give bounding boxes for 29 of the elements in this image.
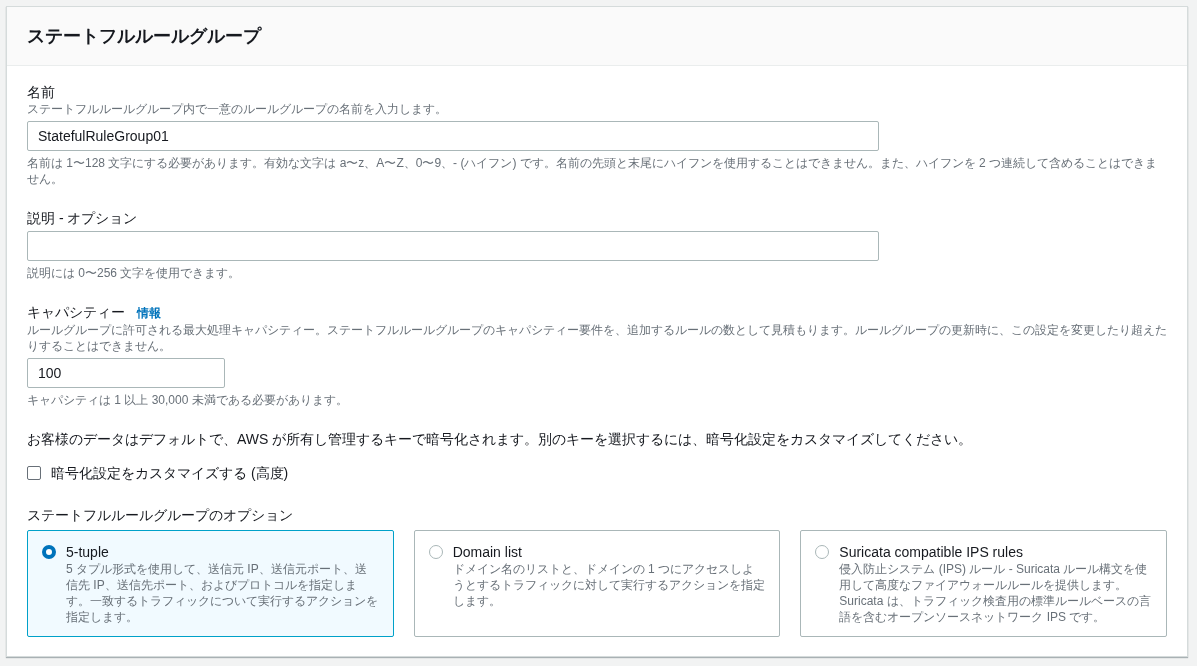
option-card[interactable]: 5-tuple 5 タプル形式を使用して、送信元 IP、送信元ポート、送信先 IP、送信先ポート、およびプロトコルを指定します。一致するトラフィックについて実行するアクションを指定します。	[27, 530, 394, 637]
option-description: 侵入防止システム (IPS) ルール - Suricata ルール構文を使用して高度なファイアウォールルールを提供します。Suricata は、トラフィック検査用の標準ルールベースの言語を含むオープンソースネットワーク IPS です。	[839, 561, 1152, 625]
checkbox-label: 暗号化設定をカスタマイズする (高度)	[51, 464, 289, 482]
option-title: 5-tuple	[66, 543, 110, 561]
option-description: ドメイン名のリストと、ドメインの 1 つにアクセスしようとするトラフィックに対して実行するアクションを指定します。	[452, 561, 766, 609]
radio-button[interactable]	[42, 545, 56, 559]
info-link[interactable]: 情報	[137, 305, 161, 322]
field-constraint: 名前は 1〜128 文字にする必要があります。有効な文字は a〜z、A〜Z、0〜9、- (ハイフン) です。名前の先頭と末尾にハイフンを使用することはできません。また、ハイフンを 2 つ連続して含めることはできません。	[27, 155, 1159, 187]
field-constraint: キャパシティは 1 以上 30,000 未満である必要があります。	[27, 392, 349, 408]
radio-button[interactable]	[428, 545, 443, 559]
panel-title: ステートフルルールグループ	[27, 25, 261, 48]
option-title: Domain list	[452, 543, 523, 561]
options-label: ステートフルルールグループのオプション	[27, 506, 294, 524]
field-constraint: 説明には 0〜256 文字を使用できます。	[27, 265, 242, 281]
radio-button[interactable]	[815, 545, 830, 559]
field-label: キャパシティー	[27, 303, 125, 321]
description-input[interactable]	[27, 231, 879, 261]
name-input[interactable]: StatefulRuleGroup01	[27, 121, 879, 151]
field-label: 説明 - オプション	[27, 209, 139, 227]
checkbox[interactable]	[27, 466, 41, 480]
option-card[interactable]: Suricata compatible IPS rules 侵入防止システム (IPS) ルール - Suricata ルール構文を使用して高度なファイアウォールルールを提供します。Suricata は、トラフィック検査用の標準ルールベースの言語を含むオープンソースネットワーク IPS です。	[800, 530, 1167, 637]
option-description: 5 タプル形式を使用して、送信元 IP、送信元ポート、送信先 IP、送信先ポート、およびプロトコルを指定します。一致するトラフィックについて実行するアクションを指定します。	[66, 561, 379, 625]
field-description: ステートフルルールグループ内で一意のルールグループの名前を入力します。	[27, 101, 448, 117]
field-description: ルールグループに許可される最大処理キャパシティー。ステートフルルールグループのキャパシティー要件を、追加するルールの数として見積もります。ルールグループの更新時に、この設定を変更したり超えたりすることはできません。	[27, 322, 1167, 354]
field-label: 名前	[27, 83, 56, 101]
encryption-note: お客様のデータはデフォルトで、AWS が所有し管理するキーで暗号化されます。別のキーを選択するには、暗号化設定をカスタマイズしてください。	[27, 430, 974, 448]
capacity-input[interactable]: 100	[27, 358, 225, 388]
option-card[interactable]: Domain list ドメイン名のリストと、ドメインの 1 つにアクセスしようとするトラフィックに対して実行するアクションを指定します。	[413, 530, 781, 637]
option-title: Suricata compatible IPS rules	[839, 543, 1024, 561]
